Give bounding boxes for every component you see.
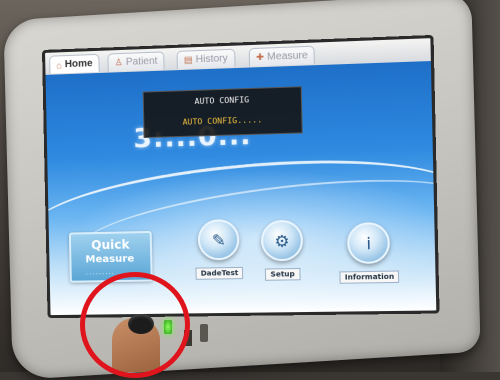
home-icon: ⌂ [56,59,62,70]
tab-measure[interactable]: ✚ Measure [248,45,316,67]
tab-history-label: History [195,53,228,66]
tab-patient[interactable]: ♙ Patient [107,51,165,72]
tab-home[interactable]: ⌂ Home [49,53,100,74]
information-button[interactable]: i Information [338,221,400,284]
dadetest-button[interactable]: ✎ DadeTest [194,218,244,280]
measure-icon: ✚ [256,51,265,63]
quick-measure-line2: Measure [85,253,135,266]
tab-history[interactable]: ▤ History [176,48,236,70]
setup-button[interactable]: ⚙ Setup [260,219,304,281]
tab-patient-label: Patient [125,55,158,68]
auto-config-dialog: AUTO CONFIG AUTO CONFIG..... [142,86,303,139]
quick-measure-dots: ......... [85,267,116,277]
notepad-icon: ✎ [197,218,240,261]
home-panel: 3:...0... AUTO CONFIG AUTO CONFIG..... Q… [42,61,440,316]
patient-icon: ♙ [114,56,123,68]
information-label: Information [339,270,400,284]
setup-label: Setup [265,267,301,281]
information-icon: i [347,221,391,265]
quick-measure-line1: Quick [91,237,130,253]
red-highlight-circle [80,272,190,378]
tab-home-label: Home [64,58,93,71]
dadetest-label: DadeTest [195,266,244,280]
device-screen: ⌂ Home ♙ Patient ▤ History ✚ Measure 3:.… [42,34,440,319]
dialog-title: AUTO CONFIG [194,95,250,107]
history-icon: ▤ [183,54,193,65]
dialog-status: AUTO CONFIG..... [182,115,263,127]
tab-measure-label: Measure [267,50,308,63]
status-led-indicator [200,324,208,342]
setup-icon: ⚙ [260,219,304,262]
